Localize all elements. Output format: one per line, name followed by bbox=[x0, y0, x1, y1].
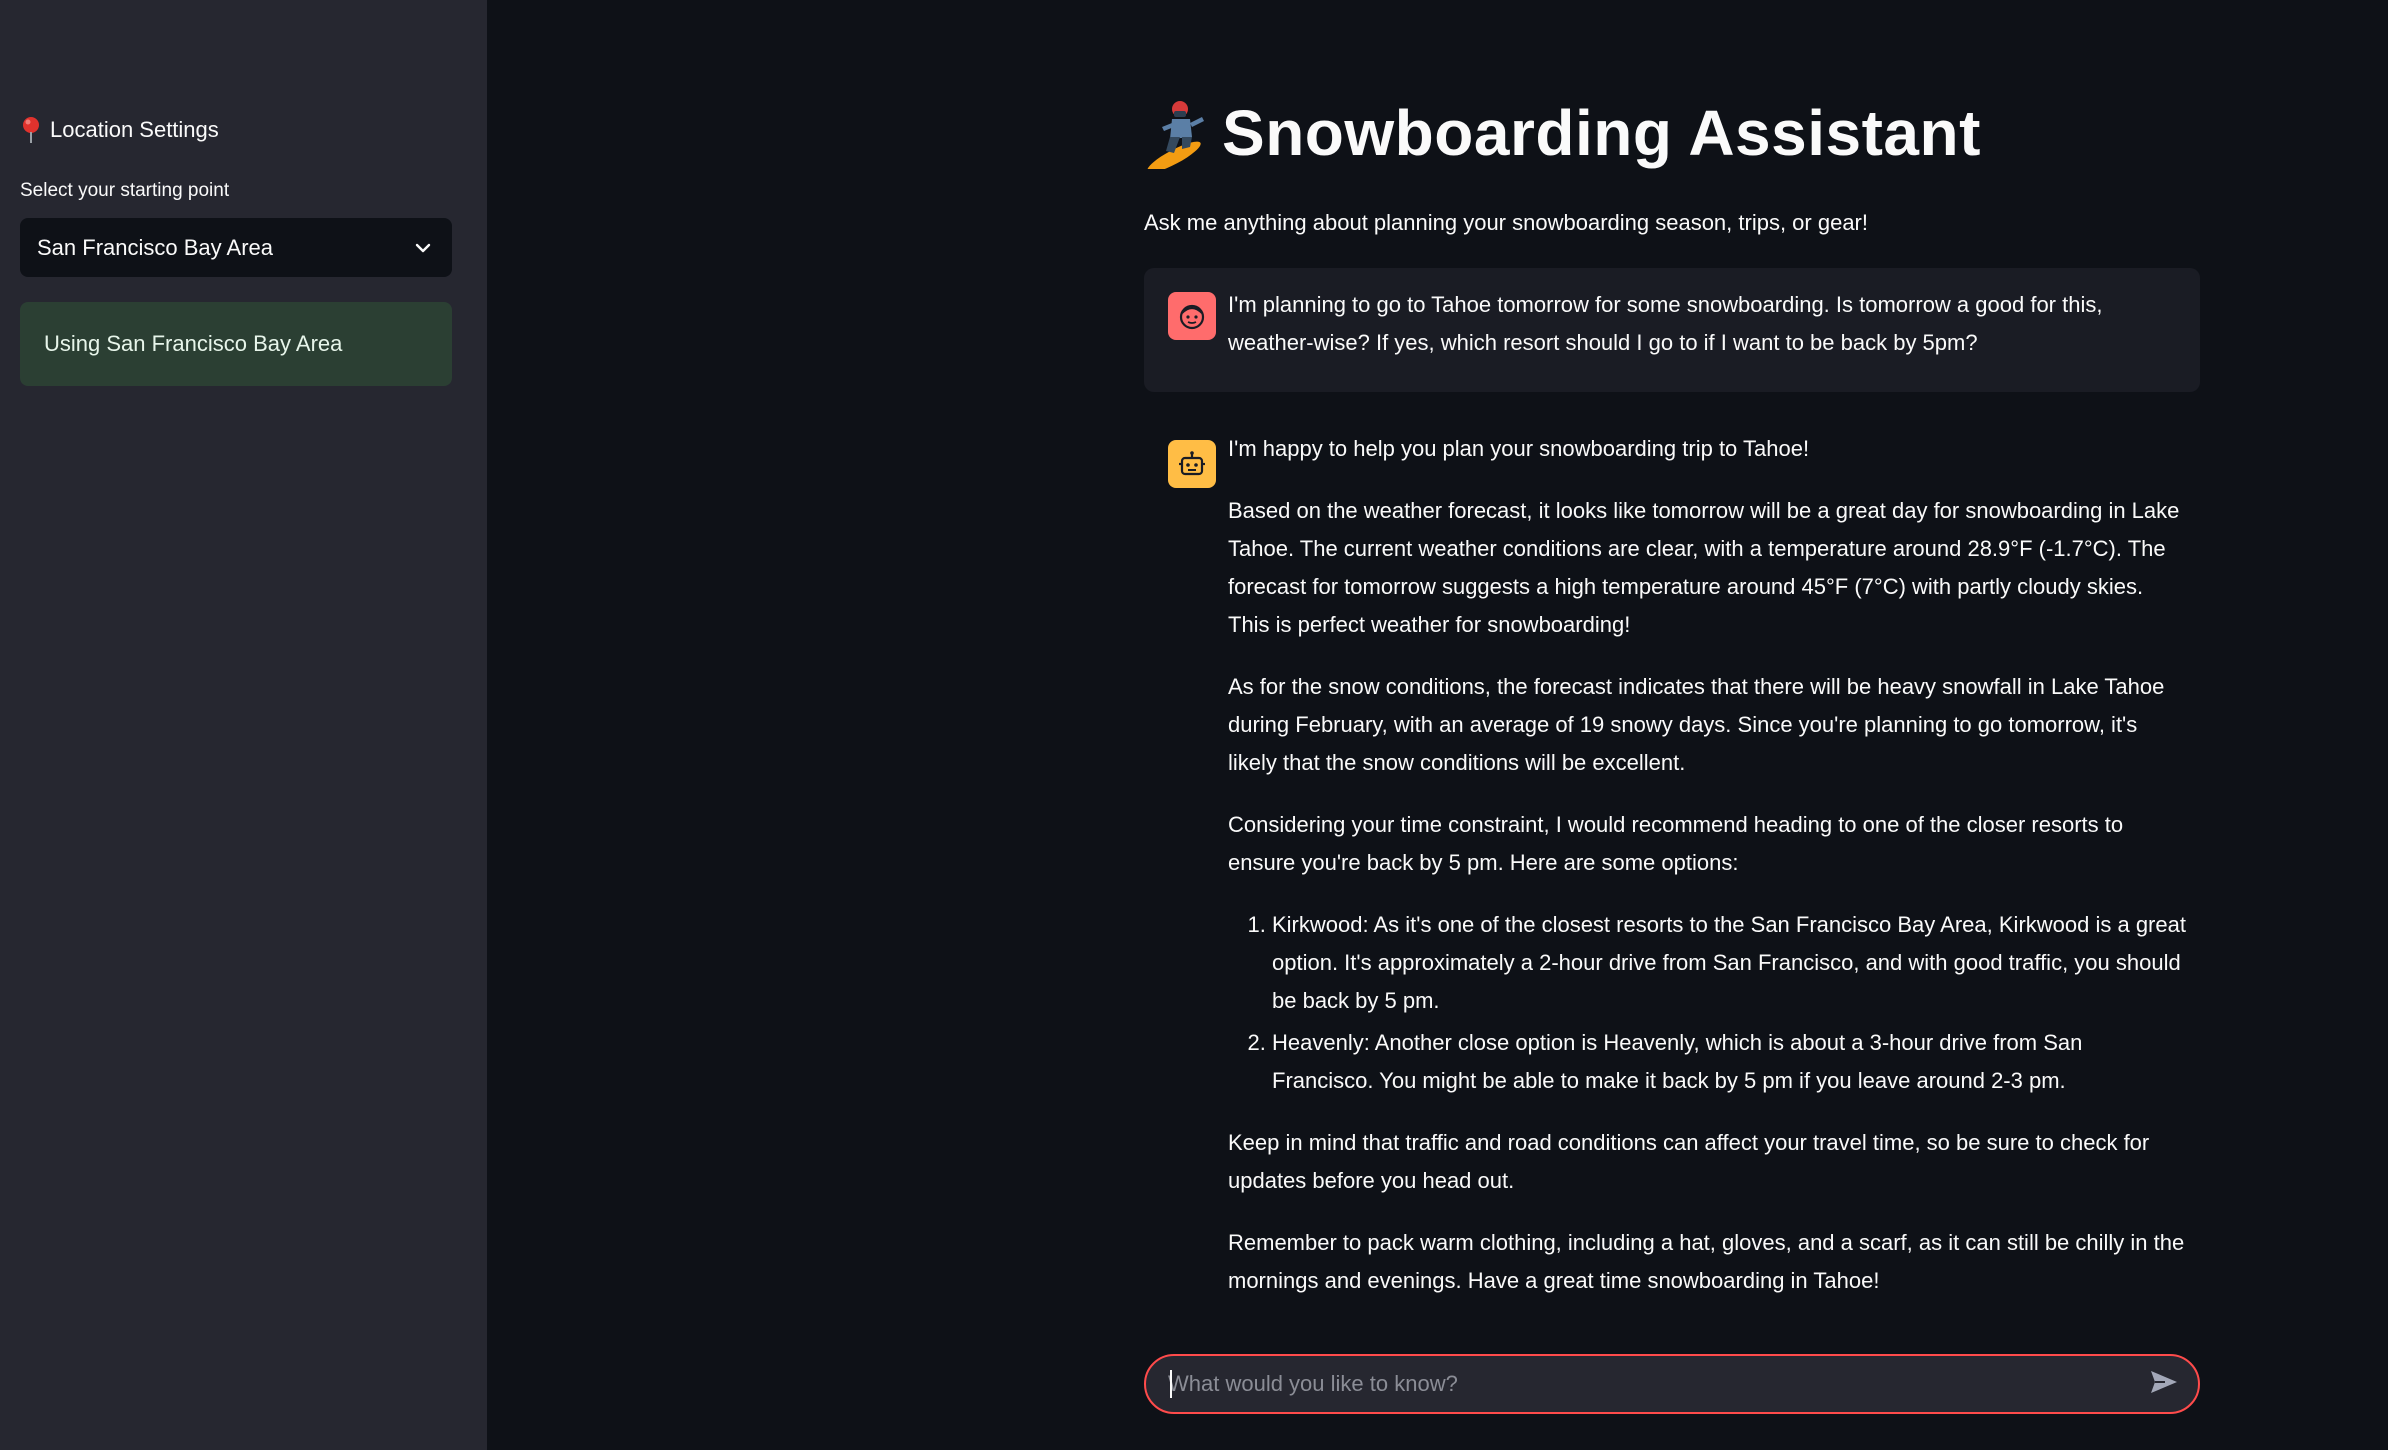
user-message-text: I'm planning to go to Tahoe tomorrow for… bbox=[1228, 292, 2103, 355]
title-row: Snowboarding Assistant bbox=[1144, 96, 1981, 173]
snowboarder-icon bbox=[1144, 97, 1210, 173]
assistant-paragraph: Based on the weather forecast, it looks … bbox=[1228, 498, 2180, 637]
user-face-icon bbox=[1168, 292, 1216, 340]
user-message: I'm planning to go to Tahoe tomorrow for… bbox=[1144, 268, 2200, 392]
text-caret bbox=[1170, 1370, 1172, 1398]
resort-options-list: Kirkwood: As it's one of the closest res… bbox=[1228, 906, 2188, 1100]
main-content: Snowboarding Assistant Ask me anything a… bbox=[1144, 0, 2200, 1450]
assistant-paragraph: As for the snow conditions, the forecast… bbox=[1228, 674, 2165, 775]
page-title: Snowboarding Assistant bbox=[1222, 97, 1981, 169]
assistant-paragraph: Considering your time constraint, I woul… bbox=[1228, 812, 2124, 875]
sidebar-header-label: Location Settings bbox=[50, 117, 219, 142]
sidebar-header: Location Settings bbox=[20, 116, 219, 144]
assistant-message-body: I'm happy to help you plan your snowboar… bbox=[1228, 430, 2188, 1324]
location-select-value: San Francisco Bay Area bbox=[37, 234, 274, 260]
assistant-paragraph: I'm happy to help you plan your snowboar… bbox=[1228, 436, 1810, 461]
robot-face-icon bbox=[1168, 440, 1216, 488]
location-select[interactable]: San Francisco Bay Area bbox=[20, 218, 452, 277]
status-text: Using San Francisco Bay Area bbox=[44, 331, 343, 356]
assistant-paragraph: Keep in mind that traffic and road condi… bbox=[1228, 1130, 2150, 1193]
chat-input[interactable] bbox=[1146, 1355, 2136, 1413]
map-pin-icon bbox=[20, 116, 42, 144]
list-item: Heavenly: Another close option is Heaven… bbox=[1272, 1024, 2188, 1100]
page-subtitle: Ask me anything about planning your snow… bbox=[1144, 210, 1868, 235]
chevron-down-icon bbox=[414, 242, 432, 254]
status-success-box: Using San Francisco Bay Area bbox=[20, 302, 452, 386]
assistant-paragraph: Remember to pack warm clothing, includin… bbox=[1228, 1230, 2185, 1293]
sidebar: Location Settings Select your starting p… bbox=[0, 0, 487, 1450]
send-icon bbox=[2149, 1369, 2179, 1400]
list-item: Kirkwood: As it's one of the closest res… bbox=[1272, 906, 2188, 1020]
chat-input-container bbox=[1144, 1354, 2200, 1414]
select-label: Select your starting point bbox=[20, 180, 230, 201]
send-button[interactable] bbox=[2136, 1356, 2192, 1412]
